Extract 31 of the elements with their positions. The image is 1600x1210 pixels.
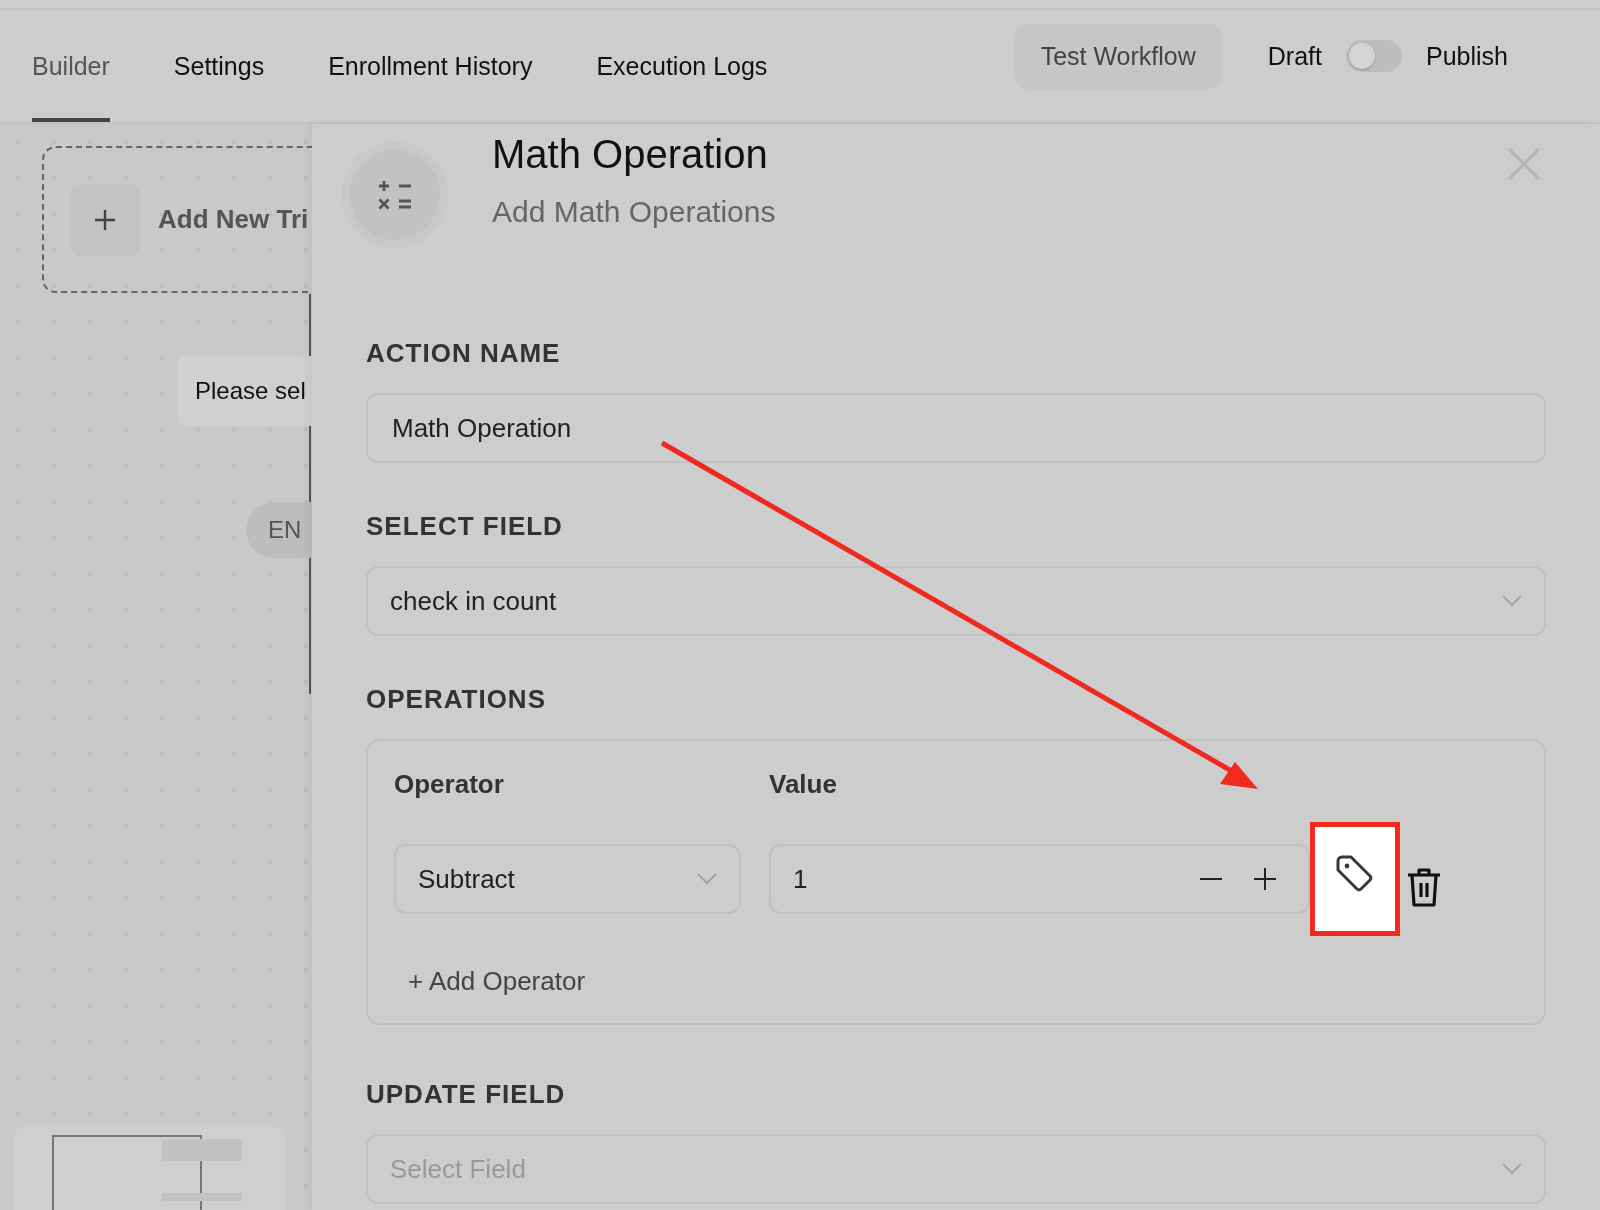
delete-icon[interactable] <box>1406 867 1442 907</box>
chevron-down-icon <box>1502 1163 1522 1175</box>
source-field-dropdown[interactable]: check in count <box>366 566 1546 636</box>
section-label: UPDATE FIELD <box>366 1079 567 1110</box>
section-label: ACTION NAME <box>366 338 562 369</box>
tab[interactable]: Settings <box>173 10 265 122</box>
panel-subtitle: Add Math Operations <box>492 195 776 229</box>
chevron-down-icon <box>1502 595 1522 607</box>
tab[interactable]: Enrollment History <box>328 10 533 122</box>
test-workflow-button[interactable]: Test Workflow <box>1014 23 1222 89</box>
value-input[interactable]: 1 <box>769 844 1310 914</box>
operator-header: Operator <box>394 769 505 800</box>
node-label: Add New Tri <box>158 204 309 235</box>
end-node[interactable]: EN <box>246 502 312 558</box>
action-name-input[interactable]: Math Operation <box>366 393 1546 463</box>
plus-icon <box>94 208 116 231</box>
tab[interactable]: Execution Logs <box>596 10 768 122</box>
publish-label: Publish <box>1426 41 1508 71</box>
operator-dropdown[interactable]: Subtract <box>394 844 741 914</box>
minus-icon <box>1200 878 1223 880</box>
publish-toggle[interactable] <box>1346 40 1402 72</box>
add-operator-button[interactable]: + Add Operator <box>408 966 586 997</box>
prompt-node[interactable]: Please sel <box>177 356 312 426</box>
draft-label: Draft <box>1267 41 1322 71</box>
section-label: SELECT FIELD <box>366 511 564 542</box>
tag-button[interactable] <box>1310 822 1400 936</box>
value-header: Value <box>769 769 838 800</box>
plus-icon <box>1254 868 1277 890</box>
chevron-down-icon <box>697 873 717 885</box>
panel-title: Math Operation <box>492 132 769 177</box>
section-label: OPERATIONS <box>366 684 547 715</box>
